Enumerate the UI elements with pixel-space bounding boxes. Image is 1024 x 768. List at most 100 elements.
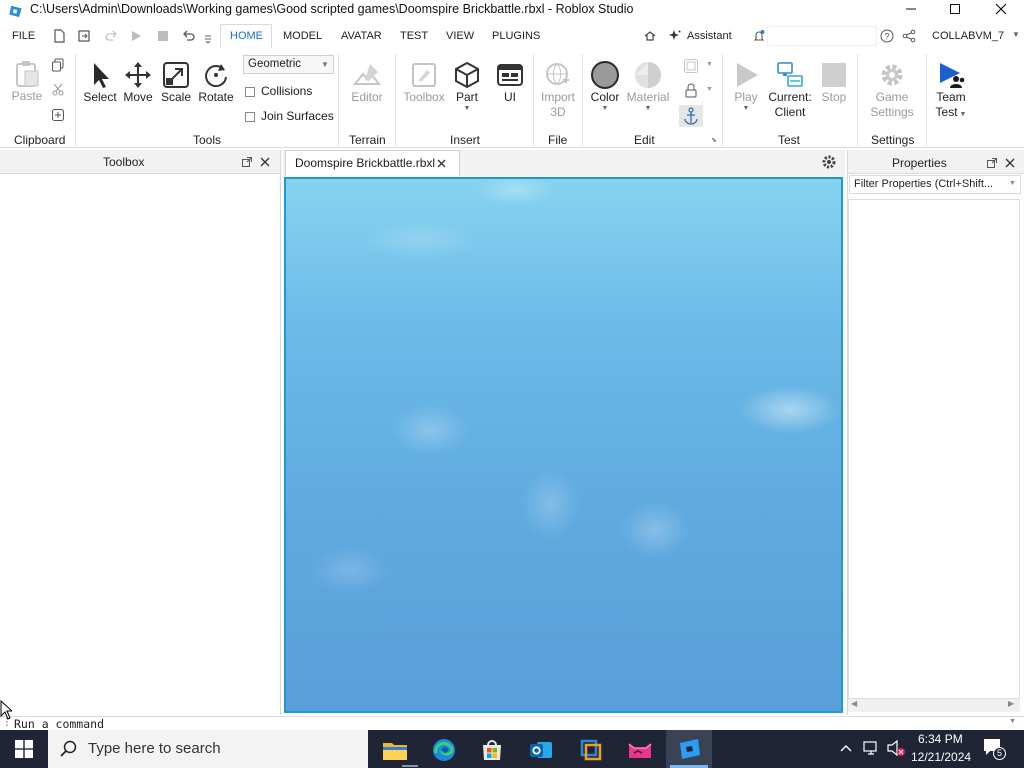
team-test-button[interactable]: Team Test ▼: [932, 60, 970, 120]
stop-button[interactable]: Stop: [817, 60, 851, 105]
chevron-down-icon[interactable]: ▼: [1009, 180, 1016, 187]
virtualbox-button[interactable]: [571, 734, 611, 766]
transform-mode-dropdown[interactable]: Geometric ▼: [243, 55, 334, 74]
tab-test[interactable]: TEST: [400, 30, 428, 42]
toolbox-panel: Toolbox: [0, 150, 281, 715]
cat-app-button[interactable]: [620, 734, 660, 766]
stop-icon-quick[interactable]: [156, 29, 170, 43]
user-account-button[interactable]: COLLABVM_7: [932, 30, 1004, 42]
select-tool-button[interactable]: Select: [83, 60, 117, 105]
outlook-button[interactable]: [521, 734, 561, 766]
tab-view[interactable]: VIEW: [446, 30, 474, 42]
show-hidden-icons-chevron-up-icon[interactable]: [839, 742, 853, 754]
team-test-dropdown-icon[interactable]: ▼: [960, 111, 967, 119]
minimize-button[interactable]: [888, 0, 934, 18]
user-dropdown-icon[interactable]: ▼: [1012, 30, 1020, 39]
edit-settings-launcher-icon[interactable]: ⬊: [711, 136, 717, 144]
undo-icon[interactable]: [182, 29, 196, 43]
network-icon[interactable]: [862, 739, 880, 757]
play-button[interactable]: Play ▼: [729, 60, 763, 113]
material-button[interactable]: Material ▼: [625, 60, 671, 113]
part-button[interactable]: Part ▼: [450, 60, 484, 113]
redo-icon[interactable]: [104, 29, 118, 43]
toolbox-button[interactable]: Toolbox: [401, 60, 447, 105]
lock-icon[interactable]: [683, 83, 699, 99]
viewport-settings-icon[interactable]: [821, 154, 837, 170]
close-tab-icon[interactable]: [436, 158, 447, 169]
test-group-label: Test: [778, 133, 801, 147]
color-dropdown-icon[interactable]: ▼: [602, 105, 609, 113]
scale-tool-button[interactable]: Scale: [158, 60, 194, 105]
new-file-icon[interactable]: [52, 29, 66, 43]
svg-text:?: ?: [884, 32, 889, 42]
store-button[interactable]: [472, 734, 512, 766]
team-test-label-line2-row: Test ▼: [936, 105, 967, 120]
share-icon[interactable]: [902, 29, 916, 43]
close-window-button[interactable]: [978, 0, 1024, 18]
tab-plugins[interactable]: PLUGINS: [492, 30, 540, 42]
part-dropdown-icon[interactable]: ▼: [464, 105, 471, 113]
ribbon-separator: [926, 54, 927, 146]
paste-button[interactable]: Paste: [8, 59, 46, 104]
lock-dropdown-icon[interactable]: ▼: [706, 86, 713, 93]
rotate-tool-button[interactable]: Rotate: [196, 60, 236, 105]
3d-viewport[interactable]: [284, 177, 843, 713]
command-bar[interactable]: ⋮ Run a command ▼: [0, 716, 1024, 730]
move-tool-button[interactable]: Move: [120, 60, 156, 105]
clock-time[interactable]: 6:34 PM: [918, 732, 963, 746]
play-icon-quick[interactable]: [129, 29, 143, 43]
scroll-left-icon[interactable]: ◀: [851, 699, 857, 708]
collisions-checkbox[interactable]: [245, 87, 255, 97]
file-explorer-button[interactable]: [375, 734, 415, 766]
tab-home[interactable]: HOME: [230, 30, 263, 42]
file-menu[interactable]: FILE: [12, 30, 35, 42]
properties-horizontal-scrollbar[interactable]: ◀ ▶: [848, 698, 1020, 712]
copy-icon[interactable]: [51, 58, 65, 72]
cut-icon[interactable]: [51, 83, 65, 97]
edge-button[interactable]: [424, 734, 464, 766]
notification-bell-icon[interactable]: [752, 29, 766, 43]
undock-icon[interactable]: [986, 157, 998, 169]
help-icon[interactable]: ?: [880, 29, 894, 43]
game-settings-button[interactable]: Game Settings: [864, 60, 920, 120]
taskbar-search-box[interactable]: Type here to search: [48, 730, 368, 768]
play-dropdown-icon[interactable]: ▼: [743, 105, 750, 113]
notification-center-button[interactable]: 5: [982, 737, 1006, 761]
terrain-editor-button[interactable]: Editor: [346, 60, 388, 105]
start-button[interactable]: [0, 730, 48, 768]
command-bar-placeholder: Run a command: [14, 717, 105, 730]
roblox-studio-taskbar-button[interactable]: [666, 730, 712, 768]
material-dropdown-icon[interactable]: ▼: [645, 105, 652, 113]
open-file-icon[interactable]: [77, 29, 91, 43]
filter-properties-input[interactable]: Filter Properties (Ctrl+Shift... ▼: [849, 175, 1021, 194]
close-icon[interactable]: [259, 156, 271, 168]
color-button[interactable]: Color ▼: [586, 60, 624, 113]
undock-icon[interactable]: [241, 156, 253, 168]
assistant-button[interactable]: Assistant: [687, 30, 732, 42]
game-settings-label-line1: Game: [875, 90, 909, 104]
volume-muted-icon[interactable]: [886, 739, 906, 757]
duplicate-icon[interactable]: [51, 108, 65, 122]
customize-quick-access-icon[interactable]: [203, 30, 213, 44]
import-3d-button[interactable]: Import 3D: [537, 60, 579, 120]
home-icon[interactable]: [643, 29, 657, 43]
group-icon[interactable]: [683, 58, 699, 74]
maximize-button[interactable]: [932, 0, 978, 18]
document-tab-label: Doomspire Brickbattle.rbxl: [295, 156, 436, 170]
group-dropdown-icon[interactable]: ▼: [706, 61, 713, 68]
chevron-down-icon: ▼: [321, 60, 329, 69]
close-icon[interactable]: [1004, 157, 1016, 169]
collaborator-search-field[interactable]: [767, 26, 877, 46]
ui-button[interactable]: UI: [493, 60, 527, 105]
file-group-label: File: [548, 133, 568, 147]
tab-model[interactable]: MODEL: [283, 30, 322, 42]
scroll-right-icon[interactable]: ▶: [1008, 699, 1014, 708]
join-surfaces-checkbox[interactable]: [245, 112, 255, 122]
chevron-down-icon[interactable]: ▼: [1009, 718, 1016, 725]
anchor-icon: [684, 107, 698, 125]
clock-date[interactable]: 12/21/2024: [911, 750, 971, 764]
anchor-button[interactable]: [679, 105, 703, 127]
document-tab[interactable]: Doomspire Brickbattle.rbxl: [285, 150, 460, 176]
tab-avatar[interactable]: AVATAR: [341, 30, 382, 42]
current-client-button[interactable]: Current: Client: [766, 60, 814, 120]
